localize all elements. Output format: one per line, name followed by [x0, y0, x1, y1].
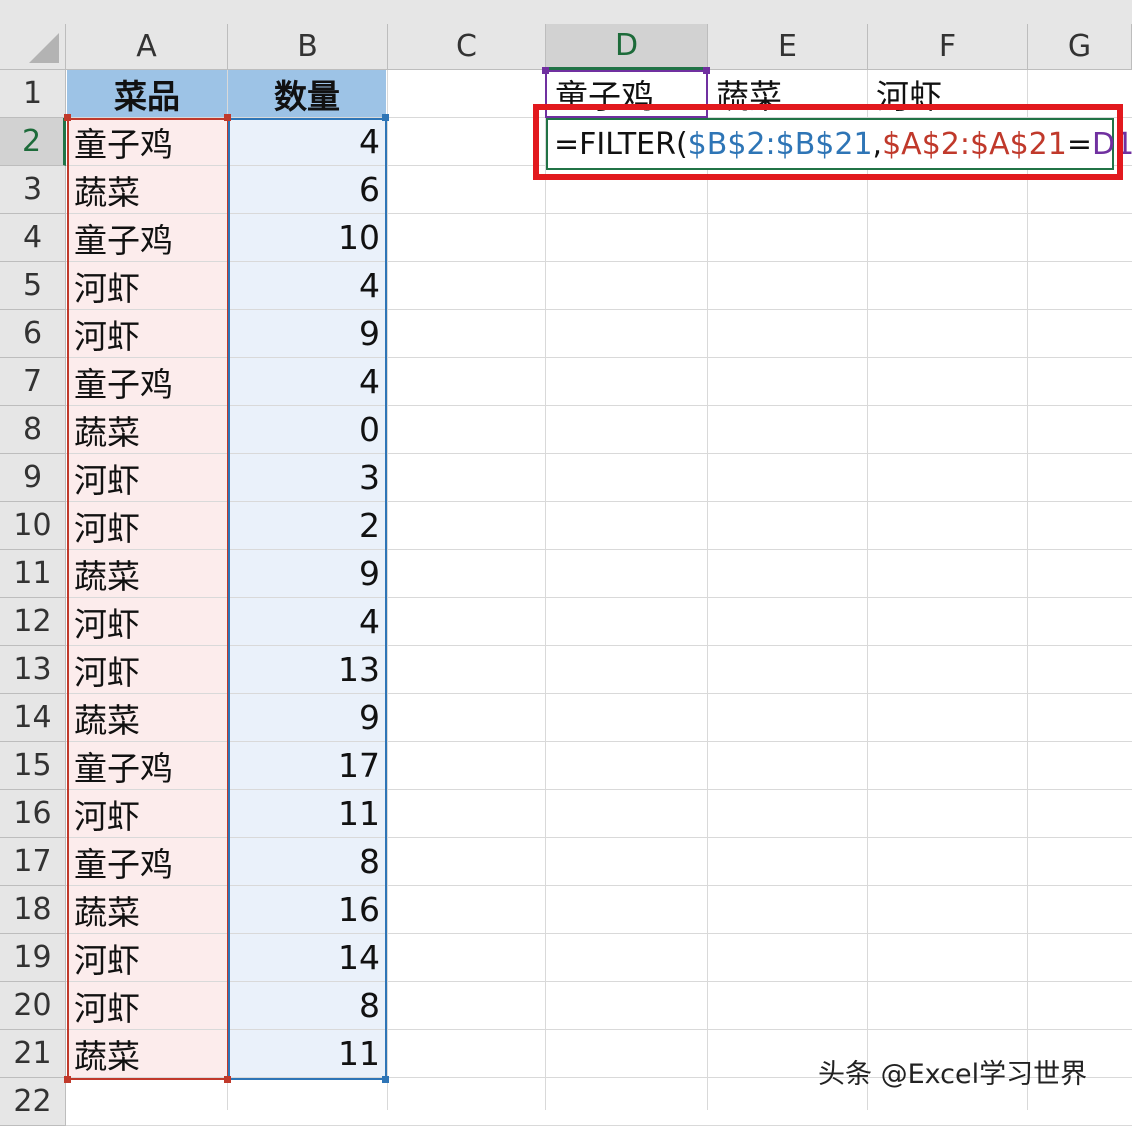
cell-dish[interactable]: 河虾 [68, 310, 227, 357]
cell-dish[interactable]: 河虾 [68, 598, 227, 645]
cell-qty[interactable]: 0 [229, 406, 386, 453]
row-header-10[interactable]: 10 [0, 502, 66, 550]
cell-dish[interactable]: 河虾 [68, 646, 227, 693]
column-header-f[interactable]: F [868, 24, 1028, 70]
row-header-9[interactable]: 9 [0, 454, 66, 502]
cell-qty[interactable]: 17 [229, 742, 386, 789]
row-header-11[interactable]: 11 [0, 550, 66, 598]
cell-dish[interactable]: 蔬菜 [68, 550, 227, 597]
cell-dish[interactable]: 蔬菜 [68, 406, 227, 453]
row-header-22[interactable]: 22 [0, 1078, 66, 1126]
cell-dish[interactable]: 蔬菜 [68, 694, 227, 741]
cell-qty[interactable]: 3 [229, 454, 386, 501]
cell-b1-header[interactable]: 数量 [228, 70, 386, 117]
cell-qty[interactable]: 11 [229, 790, 386, 837]
cell-qty[interactable]: 4 [229, 358, 386, 405]
cell-qty[interactable]: 6 [229, 166, 386, 213]
highlight-box [533, 104, 1123, 180]
row-header-7[interactable]: 7 [0, 358, 66, 406]
cell-qty[interactable]: 8 [229, 982, 386, 1029]
column-header-a[interactable]: A [66, 24, 228, 70]
row-header-13[interactable]: 13 [0, 646, 66, 694]
criteria-handle[interactable] [703, 67, 710, 74]
cell-qty[interactable]: 9 [229, 310, 386, 357]
row-header-16[interactable]: 16 [0, 790, 66, 838]
row-header-8[interactable]: 8 [0, 406, 66, 454]
row-header-3[interactable]: 3 [0, 166, 66, 214]
row-header-15[interactable]: 15 [0, 742, 66, 790]
watermark: 头条 @Excel学习世界 [818, 1059, 1088, 1090]
spreadsheet: ABCDEFG 1 2 3 4 5 6 7 8 9 10 11 12 13 14 15 16 17 18 19 20 2… [0, 0, 1132, 1126]
cell-dish[interactable]: 蔬菜 [68, 166, 227, 213]
range-a-handle[interactable] [224, 1076, 231, 1083]
cell-dish[interactable]: 童子鸡 [68, 358, 227, 405]
cell-qty[interactable]: 4 [229, 598, 386, 645]
cell-qty[interactable]: 16 [229, 886, 386, 933]
column-header-e[interactable]: E [708, 24, 868, 70]
cell-qty[interactable]: 4 [229, 262, 386, 309]
row-header-17[interactable]: 17 [0, 838, 66, 886]
cell-qty[interactable]: 9 [229, 550, 386, 597]
cell-qty[interactable]: 11 [229, 1030, 386, 1077]
row-header-18[interactable]: 18 [0, 886, 66, 934]
grid-line [545, 70, 546, 1110]
select-all-button[interactable] [0, 24, 66, 70]
row-header-20[interactable]: 20 [0, 982, 66, 1030]
column-header-d[interactable]: D [546, 24, 708, 70]
cell-qty[interactable]: 13 [229, 646, 386, 693]
column-header-b[interactable]: B [228, 24, 388, 70]
range-a-handle[interactable] [64, 114, 71, 121]
cell-qty[interactable]: 14 [229, 934, 386, 981]
cell-dish[interactable]: 童子鸡 [68, 214, 227, 261]
cell-qty[interactable]: 4 [229, 118, 386, 165]
criteria-handle[interactable] [542, 67, 549, 74]
cell-dish[interactable]: 河虾 [68, 454, 227, 501]
cell-qty[interactable]: 2 [229, 502, 386, 549]
cell-dish[interactable]: 蔬菜 [68, 886, 227, 933]
row-header-21[interactable]: 21 [0, 1030, 66, 1078]
cell-qty[interactable]: 8 [229, 838, 386, 885]
cell-dish[interactable]: 蔬菜 [68, 1030, 227, 1077]
cell-dish[interactable]: 河虾 [68, 502, 227, 549]
row-header-1[interactable]: 1 [0, 70, 66, 118]
cell-qty[interactable]: 10 [229, 214, 386, 261]
grid-line [867, 70, 868, 1110]
range-b-handle[interactable] [382, 114, 389, 121]
row-header-19[interactable]: 19 [0, 934, 66, 982]
cell-dish[interactable]: 河虾 [68, 790, 227, 837]
cell-dish[interactable]: 河虾 [68, 262, 227, 309]
row-header-12[interactable]: 12 [0, 598, 66, 646]
row-header-2[interactable]: 2 [0, 118, 66, 166]
cell-dish[interactable]: 河虾 [68, 934, 227, 981]
range-b-handle[interactable] [382, 1076, 389, 1083]
cell-qty[interactable]: 9 [229, 694, 386, 741]
grid-line [387, 70, 388, 1110]
cell-dish[interactable]: 童子鸡 [68, 838, 227, 885]
grid-line [707, 70, 708, 1110]
cell-dish[interactable]: 童子鸡 [68, 742, 227, 789]
range-a-handle[interactable] [224, 114, 231, 121]
toolbar-strip [0, 0, 1132, 24]
cell-a1-header[interactable]: 菜品 [67, 70, 227, 117]
grid-line [1027, 70, 1028, 1110]
column-header-c[interactable]: C [388, 24, 546, 70]
row-header-4[interactable]: 4 [0, 214, 66, 262]
cell-dish[interactable]: 河虾 [68, 982, 227, 1029]
column-header-g[interactable]: G [1028, 24, 1132, 70]
row-header-14[interactable]: 14 [0, 694, 66, 742]
row-header-6[interactable]: 6 [0, 310, 66, 358]
range-a-handle[interactable] [64, 1076, 71, 1083]
row-header-5[interactable]: 5 [0, 262, 66, 310]
cell-dish[interactable]: 童子鸡 [68, 118, 227, 165]
grid-line [227, 70, 228, 1110]
